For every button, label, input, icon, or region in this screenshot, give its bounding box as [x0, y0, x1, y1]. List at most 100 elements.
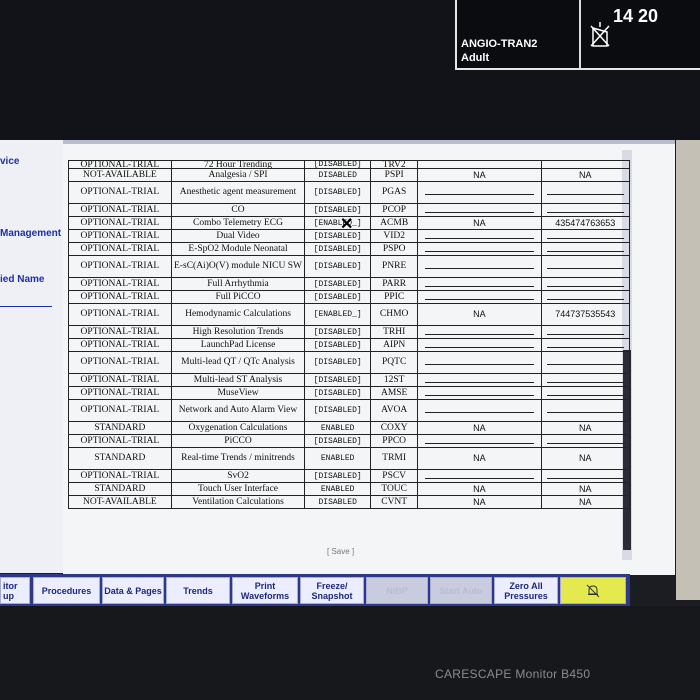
row-status: OPTIONAL-TRIAL — [68, 277, 172, 291]
row-option: Combo Telemetry ECG — [170, 216, 306, 230]
row-state: [DISABLED] — [304, 242, 372, 256]
side-menu-item-management[interactable]: Management — [0, 228, 61, 239]
table-row[interactable]: OPTIONAL-TRIAL E-sC(Ai)O(V) module NICU S… — [68, 255, 631, 278]
table-row[interactable]: OPTIONAL-TRIAL High Resolution Trends [DIS… — [68, 325, 631, 339]
row-code: CVNT — [370, 495, 419, 509]
empty-field-line — [546, 389, 624, 396]
row-code: COXY — [370, 421, 419, 435]
row-option: E-SpO2 Module Neonatal — [170, 242, 306, 256]
setup-side-menu: vice Management ied Name — [0, 140, 65, 573]
data-pages-button[interactable]: Data & Pages — [102, 577, 164, 604]
table-row[interactable]: OPTIONAL-TRIAL Multi-lead QT / QTc Analys… — [68, 351, 631, 374]
row-option: 72 Hour Trending — [170, 160, 306, 169]
row-status: STANDARD — [68, 421, 172, 435]
row-code: PARR — [370, 277, 419, 291]
empty-field-line — [546, 206, 624, 213]
row-option: Anesthetic agent measurement — [170, 181, 306, 204]
empty-field-line — [546, 341, 624, 348]
empty-field-line — [425, 280, 534, 287]
trends-button[interactable]: Trends — [166, 577, 230, 604]
freeze-snapshot-label: Freeze/ Snapshot — [311, 580, 353, 601]
row-col6 — [540, 325, 631, 339]
row-state: ENABLED — [304, 421, 372, 435]
row-status: NOT-AVAILABLE — [68, 168, 172, 182]
table-row[interactable]: OPTIONAL-TRIAL Full PiCCO [DISABLED] PPIC — [68, 290, 631, 304]
nibp-button[interactable]: NIBP — [366, 577, 428, 604]
table-row[interactable]: NOT-AVAILABLE Ventilation Calculations DIS… — [68, 495, 631, 509]
row-code: CHMO — [370, 303, 419, 326]
monitor-right-edge — [676, 140, 700, 600]
save-button[interactable]: [ Save ] — [327, 547, 354, 556]
alarm-silenced-icon — [590, 22, 610, 47]
row-status: OPTIONAL-TRIAL — [68, 216, 172, 230]
clock-box[interactable]: 14 20 — [580, 0, 700, 70]
print-waveforms-button[interactable]: Print Waveforms — [232, 577, 298, 604]
table-row[interactable]: OPTIONAL-TRIAL SvO2 [DISABLED] PSCV — [68, 469, 631, 483]
table-row[interactable]: OPTIONAL-TRIAL Anesthetic agent measureme… — [68, 181, 631, 204]
bed-info-box[interactable]: ANGIO-TRAN2 Adult — [455, 0, 580, 70]
row-col6 — [540, 203, 631, 217]
row-state: [ENABLED_] — [304, 303, 372, 326]
side-menu-item-name[interactable]: ied Name — [0, 274, 44, 285]
row-status: STANDARD — [68, 482, 172, 496]
row-state: [DISABLED] — [304, 351, 372, 374]
print-waveforms-label: Print Waveforms — [240, 580, 290, 601]
empty-field-line — [546, 245, 624, 252]
table-row[interactable]: STANDARD Oxygenation Calculations ENABLED C… — [68, 421, 631, 435]
row-status: OPTIONAL-TRIAL — [68, 242, 172, 256]
table-row[interactable]: STANDARD Touch User Interface ENABLED TOUC N… — [68, 482, 631, 496]
row-code: PSPI — [370, 168, 419, 182]
row-code: PCOP — [370, 203, 419, 217]
audio-pause-button[interactable] — [560, 577, 626, 604]
row-col5: NA — [417, 447, 542, 470]
row-col6 — [540, 277, 631, 291]
table-row[interactable]: OPTIONAL-TRIAL Hemodynamic Calculations [E… — [68, 303, 631, 326]
row-option: Real-time Trends / minitrends — [170, 447, 306, 470]
row-code: 12ST — [370, 373, 419, 387]
empty-field-line — [546, 437, 624, 444]
row-state: [DISABLED] — [304, 181, 372, 204]
row-state: [DISABLED] — [304, 373, 372, 387]
row-state: [DISABLED] — [304, 325, 372, 339]
empty-field-line — [425, 206, 534, 213]
monitor-setup-button[interactable]: itor up — [0, 577, 30, 604]
table-row[interactable]: OPTIONAL-TRIAL LaunchPad License [DISABLED… — [68, 338, 631, 352]
row-code: AVOA — [370, 399, 419, 422]
table-row[interactable]: OPTIONAL-TRIAL E-SpO2 Module Neonatal [DIS… — [68, 242, 631, 256]
row-col6 — [540, 255, 631, 278]
row-status: OPTIONAL-TRIAL — [68, 434, 172, 448]
table-row[interactable]: OPTIONAL-TRIAL PiCCO [DISABLED] PPCO — [68, 434, 631, 448]
row-col6 — [540, 386, 631, 400]
row-state: ENABLED — [304, 447, 372, 470]
row-option: Analgesia / SPI — [170, 168, 306, 182]
row-code: PSCV — [370, 469, 419, 483]
freeze-snapshot-button[interactable]: Freeze/ Snapshot — [300, 577, 364, 604]
row-option: Touch User Interface — [170, 482, 306, 496]
row-option: Network and Auto Alarm View — [170, 399, 306, 422]
zero-all-label: Zero All Pressures — [504, 580, 548, 601]
row-state: [DISABLED] — [304, 434, 372, 448]
table-row[interactable]: STANDARD Real-time Trends / minitrends ENA… — [68, 447, 631, 470]
row-status: OPTIONAL-TRIAL — [68, 290, 172, 304]
side-menu-item-device[interactable]: vice — [0, 156, 19, 167]
table-row[interactable]: OPTIONAL-TRIAL MuseView [DISABLED] AMSE — [68, 386, 631, 400]
empty-field-line — [546, 472, 624, 479]
row-state: [ENABLED_] — [304, 216, 372, 230]
zero-all-pressures-button[interactable]: Zero All Pressures — [494, 577, 558, 604]
row-state: [DISABLED] — [304, 160, 372, 169]
row-option: CO — [170, 203, 306, 217]
row-col6: 435474763653 — [540, 216, 631, 230]
table-row[interactable]: OPTIONAL-TRIAL Multi-lead ST Analysis [DIS… — [68, 373, 631, 387]
row-col5 — [417, 181, 542, 204]
table-row[interactable]: OPTIONAL-TRIAL Network and Auto Alarm Vie… — [68, 399, 631, 422]
row-col6: NA — [540, 447, 631, 470]
row-state: ENABLED — [304, 482, 372, 496]
start-auto-button[interactable]: Start Auto — [430, 577, 492, 604]
procedures-button[interactable]: Procedures — [33, 577, 100, 604]
row-col5 — [417, 277, 542, 291]
nibp-label: NIBP — [386, 585, 408, 596]
license-table: OPTIONAL-TRIAL 72 Hour Trending [DISABLE… — [68, 160, 631, 509]
table-row[interactable]: NOT-AVAILABLE Analgesia / SPI DISABLED PSPI… — [68, 168, 631, 182]
row-col5: NA — [417, 216, 542, 230]
table-row[interactable]: OPTIONAL-TRIAL Full Arrhythmia [DISABLED] P… — [68, 277, 631, 291]
